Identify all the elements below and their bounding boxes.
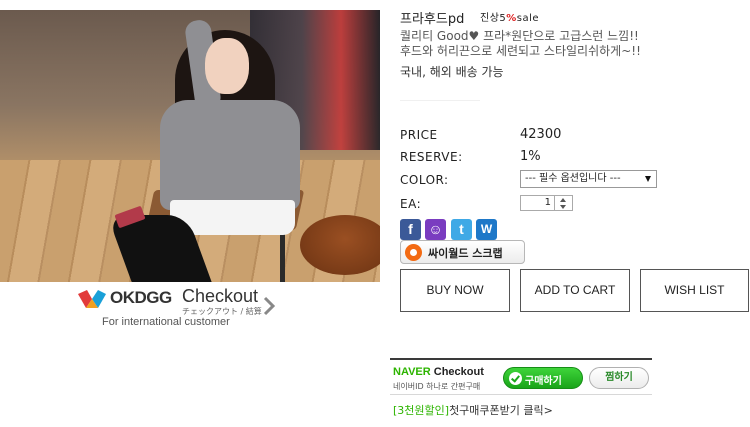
first-purchase-coupon-link[interactable]: [3천원할인]첫구매쿠폰받기 클릭> <box>393 402 553 418</box>
naver-buy-button[interactable]: 구매하기 <box>503 367 583 389</box>
me2day-icon[interactable]: ☺ <box>425 219 446 240</box>
sale-badge: 진상5%sale <box>480 9 539 24</box>
okdgg-logo-text: OKDGG <box>110 288 172 307</box>
naver-checkout-bar: NAVER Checkout 네이버ID 하나로 간편구매 구매하기 찜하기 <box>390 358 652 395</box>
color-label: COLOR: <box>400 173 449 187</box>
increment-arrow-icon[interactable] <box>560 198 566 202</box>
quantity-input[interactable]: 1 <box>520 195 555 211</box>
divider <box>400 100 480 101</box>
ea-label: EA: <box>400 197 422 211</box>
naver-checkout-brand: NAVER Checkout <box>393 366 484 378</box>
okdgg-checkout-title: Checkout <box>182 286 259 306</box>
naver-brand: NAVER <box>393 366 431 378</box>
cyworld-scrap-label: 싸이월드 스크랩 <box>428 247 503 260</box>
okdgg-logo-icon <box>78 290 106 308</box>
naver-checkout-word: Checkout <box>433 366 484 378</box>
sale-prefix: 진상5 <box>480 13 507 24</box>
buy-now-button[interactable]: BUY NOW <box>400 269 510 312</box>
description-line: 후드와 허리끈으로 세련되고 스타일리쉬하게~!! <box>400 44 641 58</box>
twitter-icon[interactable]: t <box>451 219 472 240</box>
cyworld-scrap-button[interactable]: 싸이월드 스크랩 <box>400 240 525 264</box>
sale-percent: % <box>506 13 517 24</box>
coupon-discount-tag: [3천원할인] <box>393 404 450 417</box>
facebook-icon[interactable]: f <box>400 219 421 240</box>
cyworld-icon <box>405 244 422 261</box>
reserve-value: 1% <box>520 149 541 164</box>
price-label: PRICE <box>400 128 438 142</box>
w-share-icon[interactable]: W <box>476 219 497 240</box>
color-select[interactable]: --- 필수 옵션입니다 --- <box>520 170 657 188</box>
photo-model-sweater <box>160 100 300 210</box>
price-value: 42300 <box>520 127 562 142</box>
caret-down-icon <box>645 176 651 182</box>
wish-list-button[interactable]: WISH LIST <box>640 269 749 312</box>
quantity-stepper[interactable] <box>555 195 573 211</box>
naver-checkout-subtitle: 네이버ID 하나로 간편구매 <box>393 382 481 391</box>
okdgg-intl-label: For international customer <box>102 316 230 328</box>
shipping-info: 국내, 해외 배송 가능 <box>400 65 504 79</box>
chevron-right-icon <box>263 296 276 316</box>
photo-table <box>300 215 380 275</box>
add-to-cart-button[interactable]: ADD TO CART <box>520 269 630 312</box>
coupon-link-text: 첫구매쿠폰받기 클릭> <box>449 404 553 417</box>
description-line: 퀄리티 Good♥ 프라*원단으로 고급스런 느낌!! <box>400 29 639 43</box>
product-photo[interactable] <box>0 10 380 282</box>
product-description: 퀄리티 Good♥ 프라*원단으로 고급스런 느낌!! 후드와 허리끈으로 세련… <box>400 29 750 59</box>
decrement-arrow-icon[interactable] <box>560 205 566 209</box>
okdgg-checkout-banner[interactable]: OKDGG Checkout チェックアウト / 結算 For internat… <box>78 286 278 336</box>
product-name: 프라후드pd <box>400 12 465 27</box>
naver-buy-label: 구매하기 <box>525 376 562 387</box>
reserve-label: RESERVE: <box>400 150 463 164</box>
check-circle-icon <box>509 372 522 385</box>
sale-suffix: sale <box>516 13 540 24</box>
color-select-value: --- 필수 옵션입니다 --- <box>525 173 621 184</box>
photo-model-face <box>205 38 249 94</box>
naver-wish-button[interactable]: 찜하기 <box>589 367 649 389</box>
product-title-row: 프라후드pd 진상5%sale <box>400 8 740 28</box>
